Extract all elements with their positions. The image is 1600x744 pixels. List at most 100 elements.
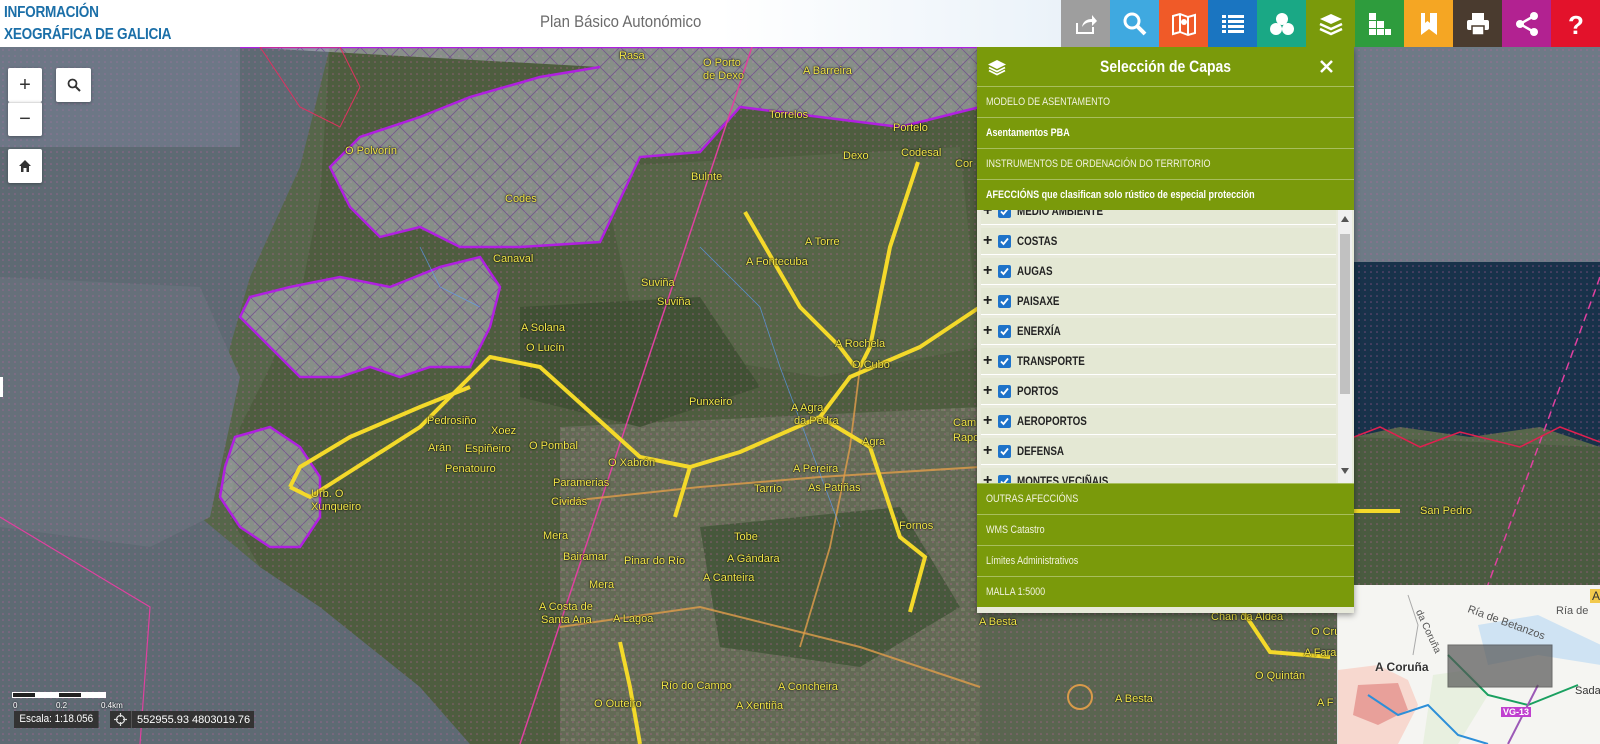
scroll-down-icon[interactable] bbox=[1341, 468, 1349, 474]
sublayer-scrollbar[interactable] bbox=[1338, 210, 1352, 483]
share-export-button[interactable] bbox=[1061, 0, 1110, 47]
minimap-city-label: A Coruña bbox=[1375, 660, 1429, 674]
place-label: O Porto bbox=[703, 57, 741, 69]
layers-button[interactable] bbox=[1306, 0, 1355, 47]
layer-section[interactable]: MODELO DE ASENTAMENTO bbox=[977, 86, 1354, 117]
checkbox-checked[interactable] bbox=[998, 384, 1011, 398]
checkbox-checked[interactable] bbox=[998, 264, 1011, 278]
sublayer-item[interactable]: + MONTES VECIÑAIS bbox=[981, 468, 1336, 483]
sublayer-item[interactable]: + ENERXÍA bbox=[981, 318, 1336, 345]
place-label: Río do Campo bbox=[661, 680, 732, 692]
expand-icon[interactable]: + bbox=[983, 263, 995, 279]
scrollbar-thumb[interactable] bbox=[1340, 234, 1350, 394]
place-label: A Solana bbox=[521, 322, 566, 334]
sublayer-item[interactable]: + AEROPORTOS bbox=[981, 408, 1336, 435]
layer-section[interactable]: Asentamentos PBA bbox=[977, 117, 1354, 148]
logo-line2: XEOGRÁFICA DE GALICIA bbox=[4, 26, 172, 43]
sublayer-label: COSTAS bbox=[1017, 234, 1058, 248]
sublayer-item[interactable]: + PAISAXE bbox=[981, 288, 1336, 315]
layer-section[interactable]: MALLA 1:5000 bbox=[977, 576, 1354, 607]
sublayer-label: MONTES VECIÑAIS bbox=[1017, 474, 1109, 483]
checkbox-checked[interactable] bbox=[998, 354, 1011, 368]
sublayer-label: PAISAXE bbox=[1017, 294, 1060, 308]
place-label: O Xabrón bbox=[608, 457, 656, 469]
checkbox-checked[interactable] bbox=[998, 294, 1011, 308]
sublayer-item[interactable]: + PORTOS bbox=[981, 378, 1336, 405]
map-search-button[interactable] bbox=[56, 68, 91, 102]
checkbox-checked[interactable] bbox=[998, 324, 1011, 338]
place-label: Mera bbox=[543, 530, 569, 542]
place-label: A Rochela bbox=[835, 338, 886, 350]
place-label: Paramerias bbox=[553, 477, 610, 489]
expand-icon[interactable]: + bbox=[983, 353, 995, 369]
help-button[interactable]: ? bbox=[1551, 0, 1600, 47]
help-icon: ? bbox=[1568, 11, 1584, 37]
checkbox-checked[interactable] bbox=[998, 414, 1011, 428]
minimap-ria2-label: Ría de bbox=[1556, 605, 1589, 617]
close-icon[interactable] bbox=[1319, 59, 1334, 74]
grid-button[interactable] bbox=[1355, 0, 1404, 47]
map-book-button[interactable] bbox=[1159, 0, 1208, 47]
expand-icon[interactable]: + bbox=[983, 413, 995, 429]
list-button[interactable] bbox=[1208, 0, 1257, 47]
place-label: A Lagoa bbox=[613, 613, 654, 625]
overview-minimap[interactable]: A Coruña Ría de Betanzos Ría de da Coruñ… bbox=[1337, 585, 1600, 744]
checkbox-checked[interactable] bbox=[998, 234, 1011, 248]
cluster-button[interactable] bbox=[1257, 0, 1306, 47]
app-logo[interactable]: INFORMACIÓN XEOGRÁFICA DE GALICIA bbox=[4, 2, 201, 46]
layer-section[interactable]: AFECCIÓNS que clasifican solo rústico de… bbox=[977, 179, 1354, 210]
checkbox-checked[interactable] bbox=[998, 474, 1011, 483]
expand-icon[interactable]: + bbox=[983, 383, 995, 399]
left-panel-tab[interactable] bbox=[0, 377, 3, 397]
place-label: Cor bbox=[955, 158, 973, 170]
search-button[interactable] bbox=[1110, 0, 1159, 47]
expand-icon[interactable]: + bbox=[983, 293, 995, 309]
sublayer-item[interactable]: + AUGAS bbox=[981, 258, 1336, 285]
zoom-in-button[interactable]: + bbox=[8, 68, 42, 102]
expand-icon[interactable]: + bbox=[983, 323, 995, 339]
place-label: A Torre bbox=[805, 236, 840, 248]
home-button[interactable] bbox=[8, 149, 42, 183]
sublayer-item[interactable]: + MEDIO AMBIENTE bbox=[981, 210, 1336, 225]
layer-section[interactable]: INSTRUMENTOS DE ORDENACIÓN DO TERRITORIO bbox=[977, 148, 1354, 179]
place-label: A Xentiña bbox=[736, 700, 784, 712]
place-label: Suviña bbox=[657, 296, 691, 308]
place-label: A Canteira bbox=[703, 572, 755, 584]
layer-section-label: Límites Administrativos bbox=[986, 555, 1079, 567]
expand-icon[interactable]: + bbox=[983, 473, 995, 484]
sublayer-item[interactable]: + TRANSPORTE bbox=[981, 348, 1336, 375]
layer-section[interactable]: Límites Administrativos bbox=[977, 545, 1354, 576]
minimap-viewport[interactable] bbox=[1447, 644, 1553, 688]
sublayer-label: AEROPORTOS bbox=[1017, 414, 1087, 428]
checkbox-checked[interactable] bbox=[998, 444, 1011, 458]
place-label: Dexo bbox=[843, 150, 869, 162]
zoom-out-button[interactable]: − bbox=[8, 102, 42, 136]
scroll-up-icon[interactable] bbox=[1341, 216, 1349, 222]
expand-icon[interactable]: + bbox=[983, 443, 995, 459]
place-label: Agra bbox=[862, 436, 886, 448]
expand-icon[interactable]: + bbox=[983, 210, 995, 219]
sublayer-item[interactable]: + DEFENSA bbox=[981, 438, 1336, 465]
zoom-in-label: + bbox=[19, 73, 31, 96]
layer-section[interactable]: OUTRAS AFECCIÓNS bbox=[977, 483, 1354, 514]
layer-section[interactable]: WMS Catastro bbox=[977, 514, 1354, 545]
scale-bar bbox=[12, 692, 106, 698]
place-label: Espiñeiro bbox=[465, 443, 511, 455]
crosshair-icon[interactable] bbox=[110, 711, 132, 728]
grid-icon bbox=[1368, 12, 1391, 35]
search-icon bbox=[1123, 12, 1146, 35]
place-label: de Dexo bbox=[703, 70, 744, 82]
place-label: Penatouro bbox=[445, 463, 496, 475]
expand-icon[interactable]: + bbox=[983, 233, 995, 249]
sublayer-list[interactable]: + MEDIO AMBIENTE + COSTAS + AUGAS + PAISAXE + ENE… bbox=[977, 210, 1354, 483]
share-button[interactable] bbox=[1502, 0, 1551, 47]
print-button[interactable] bbox=[1453, 0, 1502, 47]
bookmark-button[interactable] bbox=[1404, 0, 1453, 47]
sublayer-item[interactable]: + COSTAS bbox=[981, 228, 1336, 255]
place-label: Xunqueiro bbox=[311, 501, 362, 513]
place-label: Bairamar bbox=[563, 551, 608, 563]
checkbox-checked[interactable] bbox=[998, 210, 1011, 218]
place-label: Fornos bbox=[899, 520, 934, 532]
place-label: Rapo bbox=[953, 432, 980, 444]
home-icon bbox=[19, 160, 31, 172]
